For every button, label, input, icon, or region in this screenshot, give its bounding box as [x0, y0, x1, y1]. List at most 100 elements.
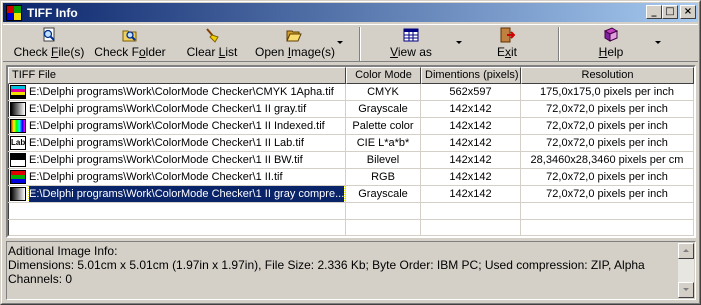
info-text: Aditional Image Info: Dimensions: 5.01cm… [8, 244, 695, 286]
table-row[interactable]: E:\Delphi programs\Work\ColorMode Checke… [8, 169, 694, 186]
check-files-label: Check File(s) [13, 45, 85, 59]
file-cell: Lab E:\Delphi programs\Work\ColorMode Che… [8, 135, 346, 151]
clear-list-button[interactable]: Clear List [186, 27, 238, 61]
scroll-up-button[interactable] [678, 243, 694, 259]
info-details: Dimensions: 5.01cm x 5.01cm (1.97in x 1.… [8, 258, 645, 286]
check-folder-button[interactable]: Check Folder [94, 27, 166, 61]
list-header: TIFF File Color Mode Dimentions (pixels)… [8, 67, 694, 84]
exit-door-icon [499, 27, 516, 43]
color-mode-cell: Grayscale [346, 186, 421, 202]
help-dropdown-arrow[interactable] [655, 41, 661, 44]
empty-cell [8, 203, 346, 219]
info-scrollbar[interactable] [678, 243, 694, 298]
empty-row [8, 203, 694, 220]
magnifier-folder-icon [122, 27, 138, 43]
file-name: E:\Delphi programs\Work\ColorMode Checke… [29, 120, 325, 132]
tiff-info-window: TIFF Info _ □ × Check File(s) Check Fold… [0, 0, 701, 305]
file-cell: E:\Delphi programs\Work\ColorMode Checke… [8, 152, 346, 168]
info-heading: Aditional Image Info: [8, 244, 118, 258]
dimensions-cell: 142x142 [421, 169, 521, 185]
window-title: TIFF Info [27, 5, 78, 20]
table-row[interactable]: E:\Delphi programs\Work\ColorMode Checke… [8, 84, 694, 101]
file-name: E:\Delphi programs\Work\ColorMode Checke… [29, 103, 307, 115]
dimensions-cell: 142x142 [421, 152, 521, 168]
grayscale-icon [10, 187, 26, 201]
file-cell: E:\Delphi programs\Work\ColorMode Checke… [8, 186, 346, 202]
resolution-cell: 72,0x72,0 pixels per inch [521, 169, 694, 185]
color-mode-cell: RGB [346, 169, 421, 185]
empty-cell [346, 220, 421, 236]
column-header-color-mode[interactable]: Color Mode [346, 67, 421, 84]
empty-cell [521, 203, 694, 219]
exit-button[interactable]: Exit [487, 27, 527, 61]
dimensions-cell: 562x597 [421, 84, 521, 100]
dimensions-cell: 142x142 [421, 118, 521, 134]
clear-list-label: Clear List [186, 45, 238, 59]
dimensions-cell: 142x142 [421, 186, 521, 202]
bilevel-icon [10, 153, 26, 167]
file-name: E:\Delphi programs\Work\ColorMode Checke… [27, 186, 345, 202]
title-bar[interactable]: TIFF Info _ □ × [3, 3, 698, 22]
empty-cell [8, 220, 346, 236]
help-label: Help [598, 45, 624, 59]
open-images-dropdown-arrow[interactable] [337, 41, 343, 44]
column-header-file[interactable]: TIFF File [8, 67, 346, 84]
check-files-button[interactable]: Check File(s) [13, 27, 85, 61]
column-header-dimensions[interactable]: Dimentions (pixels) [421, 67, 521, 84]
toolbar-separator [359, 27, 361, 61]
color-mode-cell: Grayscale [346, 101, 421, 117]
file-name: E:\Delphi programs\Work\ColorMode Checke… [29, 137, 304, 149]
resolution-cell: 175,0x175,0 pixels per inch [521, 84, 694, 100]
resolution-cell: 72,0x72,0 pixels per inch [521, 135, 694, 151]
table-row[interactable]: Lab E:\Delphi programs\Work\ColorMode Che… [8, 135, 694, 152]
table-row[interactable]: E:\Delphi programs\Work\ColorMode Checke… [8, 101, 694, 118]
table-row[interactable]: E:\Delphi programs\Work\ColorMode Checke… [8, 118, 694, 135]
grayscale-icon [10, 102, 26, 116]
resolution-cell: 28,3460x28,3460 pixels per cm [521, 152, 694, 168]
resolution-cell: 72,0x72,0 pixels per inch [521, 101, 694, 117]
view-as-label: View as [390, 45, 432, 59]
close-button[interactable]: × [680, 5, 696, 19]
magnifier-file-icon [41, 27, 57, 43]
view-as-dropdown-arrow[interactable] [456, 41, 462, 44]
tiff-file-list[interactable]: TIFF File Color Mode Dimentions (pixels)… [6, 65, 696, 238]
window-controls: _ □ × [646, 5, 696, 19]
check-folder-label: Check Folder [94, 45, 166, 59]
table-row[interactable]: E:\Delphi programs\Work\ColorMode Checke… [8, 152, 694, 169]
help-book-icon [603, 27, 619, 43]
empty-cell [346, 203, 421, 219]
toolbar: Check File(s) Check Folder Clear List Op… [3, 24, 698, 62]
view-as-button[interactable]: View as [383, 27, 439, 61]
file-cell: E:\Delphi programs\Work\ColorMode Checke… [8, 101, 346, 117]
column-header-resolution[interactable]: Resolution [521, 67, 694, 84]
broom-icon [204, 27, 220, 43]
cmyk-icon [10, 85, 26, 99]
open-images-button[interactable]: Open Image(s) [255, 27, 336, 61]
open-images-label: Open Image(s) [255, 45, 336, 59]
maximize-button[interactable]: □ [662, 5, 678, 19]
dimensions-cell: 142x142 [421, 135, 521, 151]
resolution-cell: 72,0x72,0 pixels per inch [521, 186, 694, 202]
minimize-button[interactable]: _ [646, 5, 662, 19]
exit-label: Exit [496, 45, 517, 59]
app-icon [6, 4, 22, 21]
file-name: E:\Delphi programs\Work\ColorMode Checke… [29, 86, 334, 98]
file-cell: E:\Delphi programs\Work\ColorMode Checke… [8, 169, 346, 185]
color-mode-cell: Palette color [346, 118, 421, 134]
file-name: E:\Delphi programs\Work\ColorMode Checke… [29, 154, 303, 166]
table-row[interactable]: E:\Delphi programs\Work\ColorMode Checke… [8, 186, 694, 203]
resolution-cell: 72,0x72,0 pixels per inch [521, 118, 694, 134]
palette-icon [10, 119, 26, 133]
grid-view-icon [403, 27, 419, 43]
scroll-down-button[interactable] [678, 282, 694, 298]
help-button[interactable]: Help [591, 27, 631, 61]
toolbar-separator [558, 27, 560, 61]
color-mode-cell: Bilevel [346, 152, 421, 168]
dimensions-cell: 142x142 [421, 101, 521, 117]
list-rows: E:\Delphi programs\Work\ColorMode Checke… [8, 84, 694, 236]
folder-open-icon [286, 27, 302, 43]
empty-cell [421, 220, 521, 236]
empty-cell [421, 203, 521, 219]
additional-info-panel[interactable]: Aditional Image Info: Dimensions: 5.01cm… [6, 241, 696, 300]
lab-icon: Lab [10, 136, 26, 150]
